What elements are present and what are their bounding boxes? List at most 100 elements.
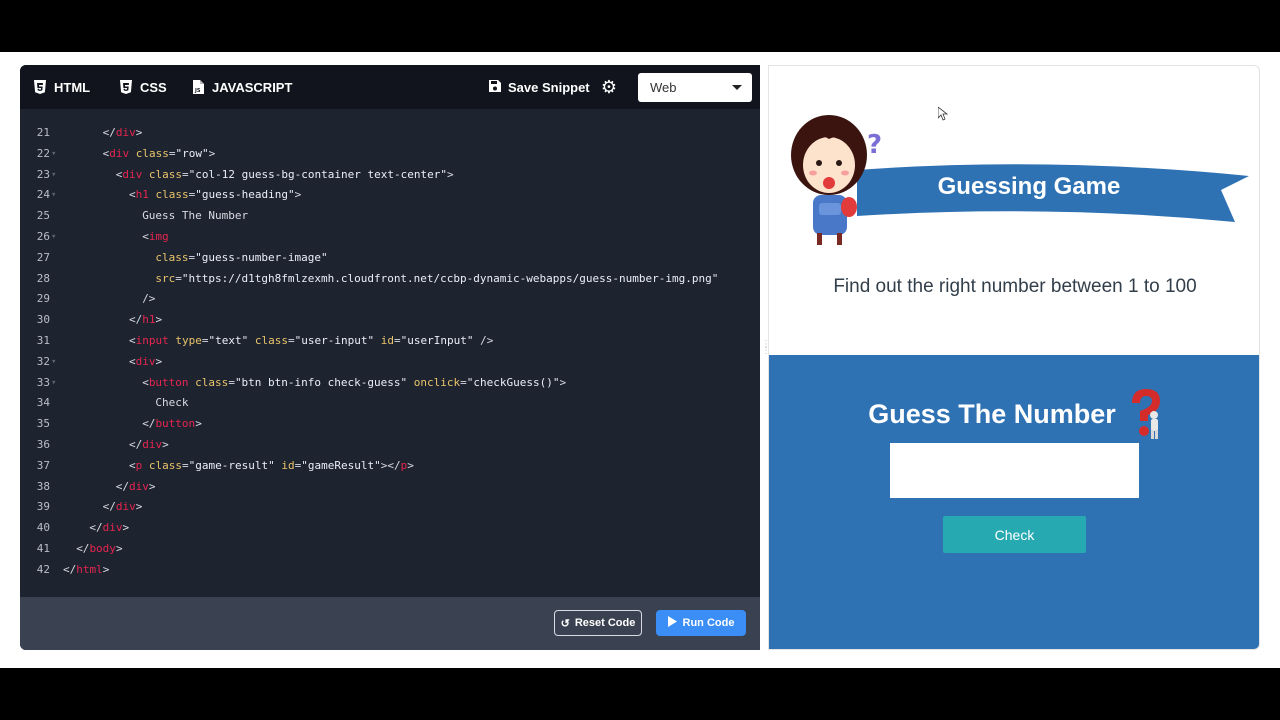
code-text: </div>	[103, 123, 143, 144]
code-line: 32 ▾ <div>	[20, 352, 760, 373]
line-number: 33	[36, 375, 50, 389]
code-line: 33 ▾ <button class="btn btn-info check-gue…	[20, 373, 760, 394]
question-mark-figure-icon	[1131, 389, 1160, 439]
reset-icon: ↺	[560, 617, 570, 630]
code-token: src	[155, 271, 176, 285]
line-number: 24	[36, 188, 50, 202]
code-token: </	[76, 541, 90, 555]
line-number: 38	[36, 479, 50, 493]
gear-icon[interactable]: ⚙	[600, 77, 618, 97]
tab-html[interactable]: HTML	[34, 65, 110, 109]
line-number: 42	[36, 562, 50, 576]
line-number: 22	[36, 146, 50, 160]
code-editor: HTML CSS JS JAVASCRIPT Save Snippet ⚙ We…	[20, 65, 760, 650]
code-token: >	[135, 500, 143, 514]
fold-arrow-icon[interactable]: ▾	[51, 185, 56, 206]
guess-heading-text: Guess The Number	[868, 398, 1116, 429]
line-number: 36	[36, 437, 50, 451]
fold-arrow-icon[interactable]: ▾	[51, 227, 56, 248]
code-line: 31 <input type="text" class="user-input" …	[20, 331, 760, 352]
code-text: <p class="game-result" id="gameResult"><…	[129, 456, 414, 477]
code-line: 42 </html>	[20, 560, 760, 581]
code-text: <h1 class="guess-heading">	[129, 185, 301, 206]
code-token: </	[142, 417, 156, 431]
code-token: class	[155, 250, 189, 264]
code-token: "row"	[175, 146, 209, 160]
run-code-label: Run Code	[682, 617, 735, 629]
code-token: ></	[380, 458, 401, 472]
line-number: 32	[36, 354, 50, 368]
code-text: </html>	[63, 560, 109, 581]
code-token: Guess The Number	[142, 209, 249, 223]
user-input[interactable]	[890, 443, 1139, 498]
code-token: "text"	[208, 333, 249, 347]
code-token: =	[460, 375, 467, 389]
code-token: =	[288, 333, 295, 347]
code-line: 35 </button>	[20, 414, 760, 435]
code-token: </	[89, 521, 103, 535]
save-snippet-button[interactable]: Save Snippet	[488, 65, 590, 109]
line-number: 27	[36, 250, 50, 264]
code-token: div	[135, 354, 156, 368]
editor-footer: ↺ Reset Code Run Code	[20, 597, 760, 650]
floppy-disk-icon	[488, 79, 502, 96]
fold-arrow-icon[interactable]: ▾	[51, 373, 56, 394]
reset-code-button[interactable]: ↺ Reset Code	[554, 610, 642, 636]
mouse-cursor-icon	[938, 107, 948, 121]
thinking-girl-illustration: ?	[791, 115, 882, 245]
code-token: div	[142, 437, 163, 451]
code-text: </div>	[89, 518, 129, 539]
code-line: 22 ▾ <div class="row">	[20, 144, 760, 165]
code-line: 37 <p class="game-result" id="gameResult"…	[20, 456, 760, 477]
code-token: "game-result"	[188, 458, 275, 472]
panel-splitter-handle[interactable]: ⋮ ⋮	[761, 340, 771, 372]
tab-javascript-label: JAVASCRIPT	[212, 79, 293, 95]
code-text: </div>	[103, 497, 143, 518]
code-token: class	[129, 146, 169, 160]
code-token: >	[195, 417, 202, 431]
line-number: 28	[36, 271, 50, 285]
tab-css[interactable]: CSS	[120, 65, 180, 109]
code-text: </h1>	[129, 310, 162, 331]
fold-arrow-icon[interactable]: ▾	[51, 165, 56, 186]
code-token: onclick	[407, 375, 461, 389]
code-token: />	[473, 333, 494, 347]
code-token: </	[129, 437, 143, 451]
code-token: >	[135, 126, 143, 139]
line-number: 25	[36, 209, 50, 223]
run-code-button[interactable]: Run Code	[656, 610, 746, 636]
code-token: "btn btn-info check-guess"	[234, 375, 408, 389]
tab-javascript[interactable]: JS JAVASCRIPT	[192, 65, 302, 109]
code-token: class	[142, 167, 183, 181]
code-text: </div>	[129, 435, 169, 456]
code-token: <	[142, 375, 149, 389]
code-token: </	[102, 126, 116, 139]
code-token: "gameResult"	[301, 458, 381, 472]
css3-icon	[120, 80, 132, 94]
code-token: =	[175, 271, 182, 285]
code-token: "checkGuess()"	[466, 375, 560, 389]
code-token: </	[115, 479, 130, 493]
reset-code-label: Reset Code	[574, 617, 636, 629]
tab-html-label: HTML	[54, 79, 91, 95]
line-number: 30	[36, 313, 50, 327]
banner-title: Guessing Game	[937, 173, 1121, 200]
code-token: id	[374, 333, 394, 347]
line-number: 39	[36, 500, 50, 514]
code-token: class	[142, 458, 182, 472]
svg-text:JS: JS	[194, 88, 201, 94]
code-line: 30 </h1>	[20, 310, 760, 331]
fold-arrow-icon[interactable]: ▾	[51, 352, 56, 373]
code-area[interactable]: 21 </div> 22 ▾ <div class="row"> 23 ▾ <div clas…	[20, 123, 760, 581]
code-token: >	[407, 458, 414, 472]
code-token: div	[115, 126, 136, 139]
code-token: >	[122, 521, 130, 535]
code-token: <	[129, 354, 136, 368]
fold-arrow-icon[interactable]: ▾	[51, 144, 56, 165]
code-token: >	[294, 188, 302, 202]
code-token: >	[155, 313, 163, 327]
code-line: 41 </body>	[20, 539, 760, 560]
check-button[interactable]: Check	[943, 516, 1086, 553]
code-token: >	[446, 167, 454, 181]
platform-select[interactable]: Web	[638, 73, 752, 102]
